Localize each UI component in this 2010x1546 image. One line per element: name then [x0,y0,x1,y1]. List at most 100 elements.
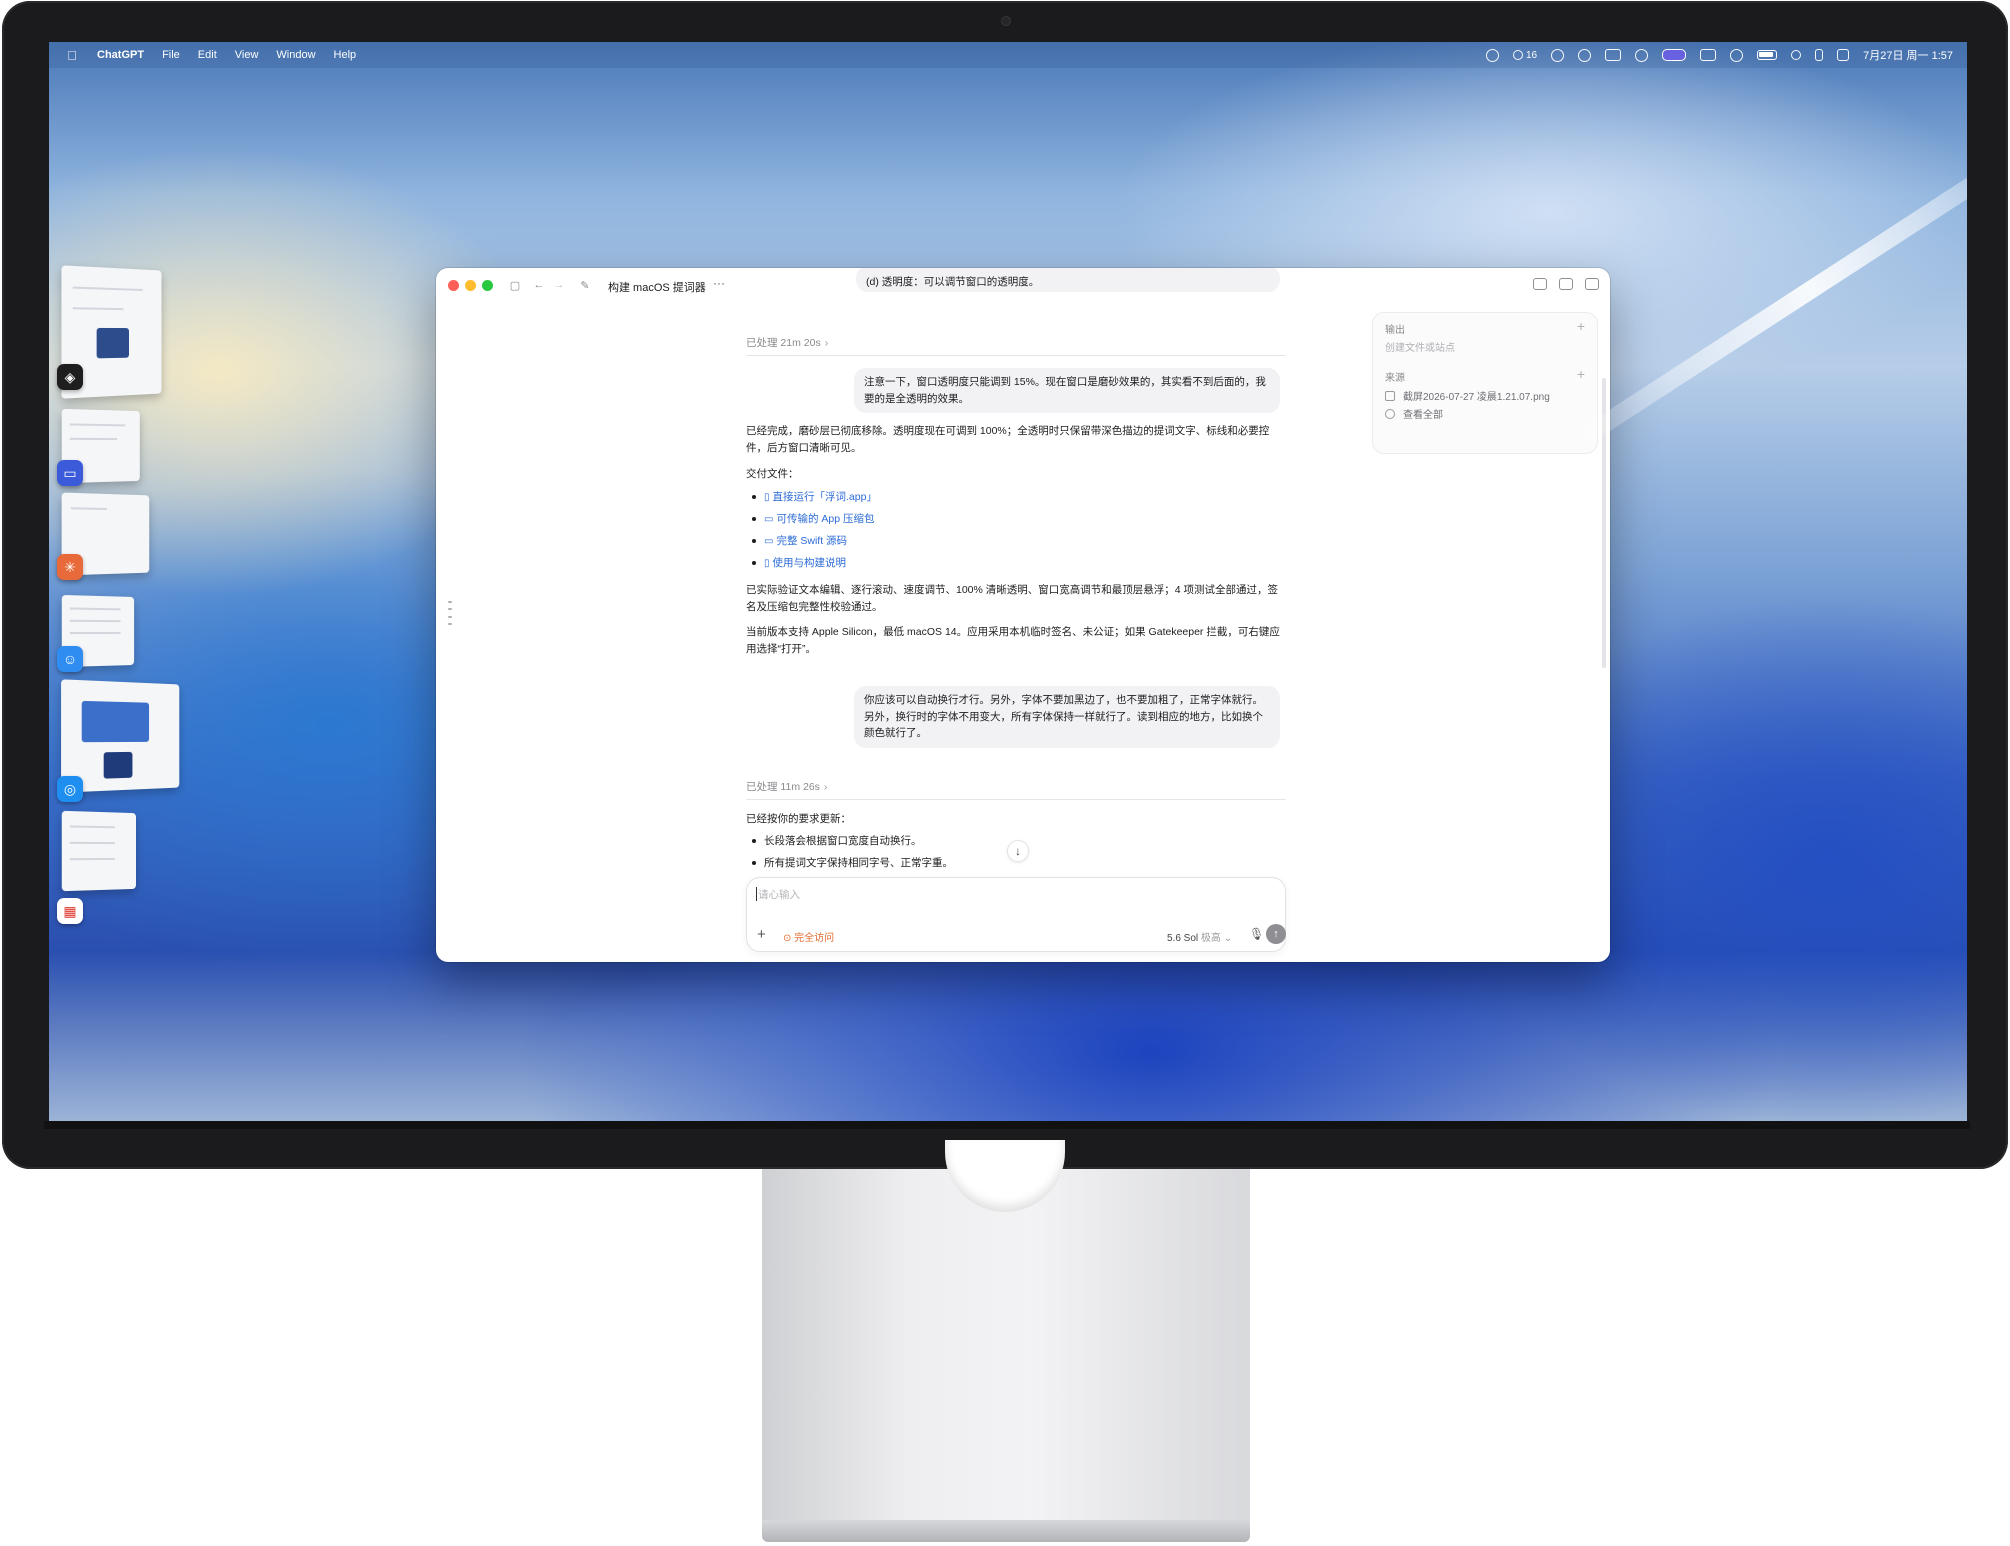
safari-icon[interactable]: ◎ [57,776,83,802]
chatgpt-window: ▢ ← → ✎ 构建 macOS 提词器 ··· (d) 透明度：可以调节窗口的… [436,268,1610,962]
forward-arrow-icon[interactable]: → [552,278,566,292]
message-input[interactable]: 请心输入 [758,887,800,902]
close-window-button[interactable] [448,280,459,291]
add-source-icon[interactable]: + [1577,366,1585,382]
file-link[interactable]: 完整 Swift 源码 [776,535,847,547]
menu-edit[interactable]: Edit [198,49,217,61]
status-area: 16 7月27日 周一 1:57 [1486,42,1953,68]
compass-icon[interactable] [1578,49,1591,62]
warning-icon: ⊙ [783,933,791,944]
chat-transcript: (d) 透明度：可以调节窗口的透明度。 已处理 21m 20s › 注意一下，窗口… [746,268,1286,962]
menu-file[interactable]: File [162,49,180,61]
finder-icon[interactable]: ☺ [57,646,83,672]
list-item[interactable]: ▯ 直接运行「浮词.app」 [746,486,1286,508]
brightness-icon[interactable] [1635,49,1648,62]
folder-icon: ▭ [764,536,773,547]
processed-summary-2[interactable]: 已处理 11m 26s › [746,779,1286,796]
sidebar-resize-handle[interactable] [448,601,454,625]
message-composer: 请心输入 + ⊙ 完全访问 5.6 Sol 极高 ⌄ 🎙︎ ↑ [746,877,1286,952]
bezel-bottom [44,1121,1970,1129]
file-link[interactable]: 可传输的 App 压缩包 [776,513,874,525]
siri-icon[interactable] [1815,49,1823,61]
monitor-stand [762,1169,1250,1527]
list-item[interactable]: ▭ 完整 Swift 源码 [746,530,1286,552]
user-message-1-text: 注意一下，窗口透明度只能调到 15%。现在窗口是磨砂效果的，其实看不到后面的，我… [864,376,1266,405]
more-options-button[interactable]: ··· [713,276,725,290]
source-file-item[interactable]: 截屏2026-07-27 凌晨1.21.07.png [1385,388,1550,403]
list-item[interactable]: ▯ 使用与构建说明 [746,552,1286,574]
stage-thumbnail-calendar[interactable] [62,811,136,891]
openai-icon[interactable] [1551,49,1564,62]
user-message-2: 你应该可以自动换行才行。另外，字体不要加黑边了，也不要加粗了，正常字体就行。另外… [854,686,1280,748]
back-arrow-icon[interactable]: ← [532,278,546,292]
calendar-icon[interactable]: ▦ [57,898,83,924]
camera [1001,16,1011,26]
wechat-icon[interactable] [1486,49,1499,62]
menu-bar:  ChatGPT File Edit View Window Help 16 [49,42,1967,68]
arrow-up-icon: ↑ [1273,928,1279,940]
assistant-paragraph: 当前版本支持 Apple Silicon，最低 macOS 14。应用采用本机临… [746,624,1286,658]
remote-desktop-icon[interactable]: ▭ [57,460,83,486]
access-mode-button[interactable]: ⊙ 完全访问 [783,929,834,944]
user-message-2-text: 你应该可以自动换行才行。另外，字体不要加黑边了，也不要加粗了，正常字体就行。另外… [864,694,1263,739]
sidebar-toggle-icon[interactable]: ▢ [508,278,522,292]
zoom-window-button[interactable] [482,280,493,291]
folder-icon: ▭ [764,514,773,525]
battery-icon[interactable] [1757,50,1777,60]
processed-summary-1-label: 已处理 21m 20s [746,337,821,349]
chevron-right-icon: › [824,781,828,793]
minimize-window-button[interactable] [465,280,476,291]
user-message-partial: (d) 透明度：可以调节窗口的透明度。 [856,268,1280,292]
panel-toggle-icon[interactable] [1559,278,1573,290]
stage-manager-icon[interactable] [1662,49,1686,61]
file-link[interactable]: 直接运行「浮词.app」 [773,491,877,503]
scrollbar[interactable] [1602,378,1606,668]
keyboard-icon[interactable] [1700,49,1716,61]
model-selector[interactable]: 5.6 Sol 极高 ⌄ [1167,929,1232,944]
model-effort: 极高 [1201,933,1221,944]
apple-icon[interactable]:  [65,48,79,62]
processed-summary-2-label: 已处理 11m 26s [746,781,820,793]
menu-view[interactable]: View [235,49,259,61]
file-list: ▯ 直接运行「浮词.app」 ▭ 可传输的 App 压缩包 ▭ 完整 Swift 源码… [746,486,1286,574]
status-count-item[interactable]: 16 [1513,49,1537,61]
scroll-to-bottom-button[interactable]: ↓ [1007,840,1029,862]
access-mode-label: 完全访问 [794,933,834,944]
source-header: 来源 [1385,369,1405,384]
output-hint[interactable]: 创建文件或站点 [1385,339,1455,354]
view-all-link[interactable]: 查看全部 [1385,406,1443,421]
arrow-down-icon: ↓ [1015,843,1021,860]
claude-icon[interactable]: ✳ [57,554,83,580]
add-output-icon[interactable]: + [1577,318,1585,334]
conversation-title[interactable]: 构建 macOS 提词器 [608,279,706,295]
microphone-icon[interactable]: 🎙︎ [1249,927,1264,941]
artifacts-panel: 输出 + 创建文件或站点 来源 + 截屏2026-07-27 凌晨1.21.07… [1372,312,1598,454]
document-icon: ▯ [764,558,770,569]
processed-summary-1[interactable]: 已处理 21m 20s › [746,335,1286,352]
list-item[interactable]: ▭ 可传输的 App 压缩包 [746,508,1286,530]
menu-help[interactable]: Help [334,49,357,61]
task-list-icon[interactable] [1533,278,1547,290]
menu-window[interactable]: Window [276,49,315,61]
output-header: 输出 [1385,321,1405,336]
send-button[interactable]: ↑ [1266,924,1286,944]
terminal-icon[interactable] [1605,49,1621,61]
desktop-screen:  ChatGPT File Edit View Window Help 16 [49,42,1967,1125]
spotlight-icon[interactable] [1791,50,1801,60]
source-file-name: 截屏2026-07-27 凌晨1.21.07.png [1403,388,1550,403]
wifi-icon[interactable] [1730,49,1743,62]
side-panel-icon[interactable] [1585,278,1599,290]
divider [746,799,1286,800]
new-chat-icon[interactable]: ✎ [578,278,592,292]
assistant-paragraph: 已经完成，磨砂层已彻底移除。透明度现在可调到 100%；全透明时只保留带深色描边… [746,423,1286,457]
divider [746,355,1286,356]
view-all-label: 查看全部 [1403,406,1443,421]
control-center-icon[interactable] [1837,49,1849,61]
figma-icon[interactable]: ◈ [57,364,83,390]
file-link[interactable]: 使用与构建说明 [773,557,847,569]
assistant-paragraph: 已实际验证文本编辑、逐行滚动、速度调节、100% 清晰透明、窗口宽高调节和最顶层… [746,582,1286,616]
image-icon [1385,391,1395,401]
attach-plus-icon[interactable]: + [757,926,766,943]
menu-clock[interactable]: 7月27日 周一 1:57 [1863,47,1953,63]
menu-app-name[interactable]: ChatGPT [97,49,144,61]
